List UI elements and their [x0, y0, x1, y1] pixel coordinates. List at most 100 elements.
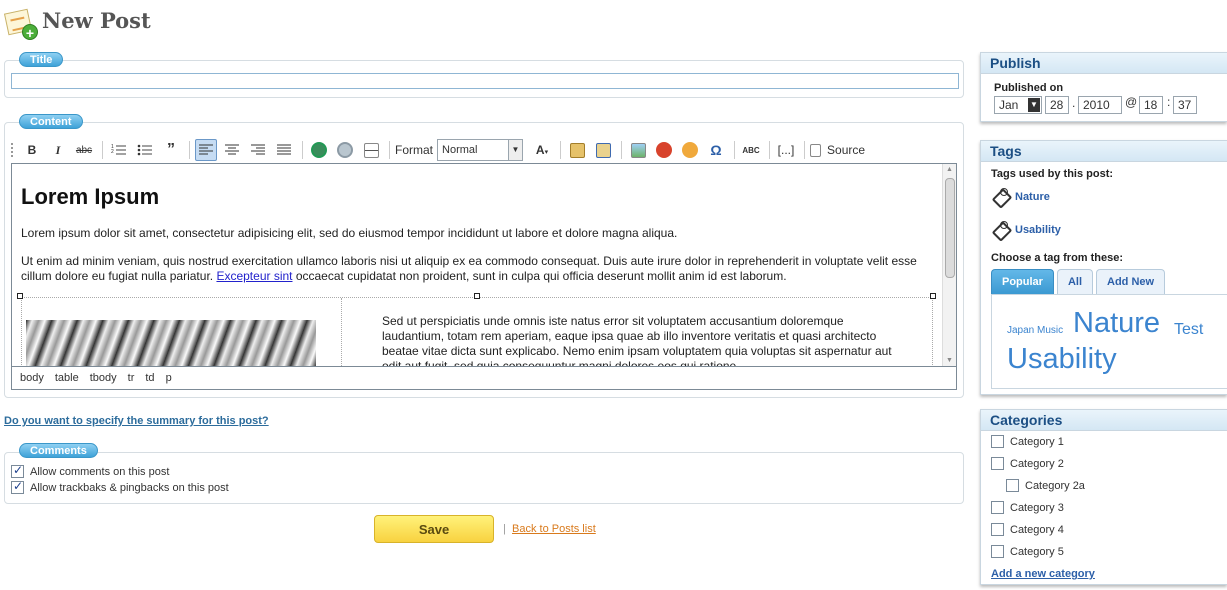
path-table[interactable]: table	[55, 372, 79, 384]
tab-all[interactable]: All	[1056, 269, 1094, 294]
used-tag-nature[interactable]: Nature	[991, 187, 1050, 207]
path-tbody[interactable]: tbody	[90, 372, 117, 384]
month-select[interactable]: Jan ▼	[994, 96, 1042, 114]
cloud-tag-nature[interactable]: Nature	[1073, 307, 1160, 340]
editor-table-cell-1[interactable]	[22, 298, 342, 366]
cloud-tag-test[interactable]: Test	[1174, 321, 1203, 339]
toolbar-separator	[804, 141, 806, 159]
resize-handle[interactable]	[930, 293, 936, 299]
blockquote-button[interactable]: ”	[160, 139, 182, 161]
cloud-tag-usability[interactable]: Usability	[1007, 343, 1117, 376]
horizontal-rule-button[interactable]	[360, 139, 382, 161]
back-to-posts-link[interactable]: Back to Posts list	[512, 523, 596, 535]
source-label: Source	[827, 143, 866, 157]
category-item[interactable]: Category 1	[991, 435, 1064, 448]
special-char-button[interactable]: Ω	[705, 139, 727, 161]
text-color-button[interactable]: A▾	[531, 139, 553, 161]
category-checkbox[interactable]	[991, 435, 1004, 448]
path-td[interactable]: td	[145, 372, 154, 384]
allow-comments-checkbox[interactable]	[11, 463, 24, 478]
editor-table[interactable]: Sed ut perspiciatis unde omnis iste natu…	[21, 297, 933, 366]
source-button[interactable]: Source	[810, 139, 865, 161]
smiley-button[interactable]	[679, 139, 701, 161]
allow-comments-row[interactable]: Allow comments on this post	[11, 463, 169, 478]
category-item[interactable]: Category 4	[991, 523, 1064, 536]
bold-button[interactable]: B	[21, 139, 43, 161]
category-item[interactable]: Category 2a	[1006, 479, 1085, 492]
category-label: Category 3	[1010, 501, 1064, 514]
categories-panel: Categories Category 1 Category 2 Categor…	[980, 409, 1227, 585]
year-input[interactable]: 2010	[1078, 96, 1122, 114]
category-label: Category 2a	[1025, 479, 1085, 492]
add-category-link[interactable]: Add a new category	[991, 568, 1095, 580]
editor-inline-link[interactable]: Excepteur sint	[216, 269, 292, 283]
tab-popular[interactable]: Popular	[991, 269, 1054, 294]
justify-icon	[277, 144, 291, 155]
template-button[interactable]: [...]	[775, 139, 797, 161]
path-tr[interactable]: tr	[128, 372, 135, 384]
spellcheck-button[interactable]: ABC	[740, 139, 762, 161]
action-separator: |	[503, 523, 506, 535]
numbered-list-button[interactable]: 12	[108, 139, 130, 161]
editor-scrollbar[interactable]: ▲ ▼	[942, 164, 956, 366]
published-on-label: Published on	[994, 82, 1064, 94]
specify-summary-link[interactable]: Do you want to specify the summary for t…	[4, 415, 269, 427]
flash-icon	[656, 142, 673, 158]
format-select[interactable]: Normal ▼	[437, 139, 524, 161]
category-item[interactable]: Category 5	[991, 545, 1064, 558]
path-p[interactable]: p	[166, 372, 172, 384]
resize-handle[interactable]	[474, 293, 480, 299]
paste-word-icon	[595, 142, 611, 158]
tag-cloud: Japan Music Nature Test Usability	[991, 294, 1227, 389]
used-tag-usability[interactable]: Usability	[991, 220, 1061, 240]
category-checkbox[interactable]	[1006, 479, 1019, 492]
resize-handle[interactable]	[17, 293, 23, 299]
publish-title: Publish	[981, 53, 1227, 74]
category-checkbox[interactable]	[991, 523, 1004, 536]
flash-button[interactable]	[653, 139, 675, 161]
minute-input[interactable]: 37	[1173, 96, 1197, 114]
link-button[interactable]	[308, 139, 330, 161]
align-center-button[interactable]	[221, 139, 243, 161]
italic-button[interactable]: I	[47, 139, 69, 161]
align-left-button[interactable]	[195, 139, 217, 161]
scrollbar-thumb[interactable]	[945, 178, 955, 278]
tab-add-new[interactable]: Add New	[1096, 269, 1166, 294]
editor-paragraph-2-rest: occaecat cupidatat non proident, sunt in…	[292, 269, 787, 283]
day-input[interactable]: 28	[1045, 96, 1069, 114]
unlink-button[interactable]	[334, 139, 356, 161]
justify-button[interactable]	[273, 139, 295, 161]
category-checkbox[interactable]	[991, 501, 1004, 514]
toolbar-grip	[11, 143, 15, 157]
toolbar-separator	[734, 141, 736, 159]
bullet-list-icon	[137, 144, 152, 156]
toolbar-separator	[302, 141, 303, 159]
align-right-button[interactable]	[247, 139, 269, 161]
flower-image[interactable]	[26, 320, 316, 366]
paste-text-button[interactable]	[566, 139, 588, 161]
cloud-tag-japan-music[interactable]: Japan Music	[1007, 325, 1063, 336]
path-body[interactable]: body	[20, 372, 44, 384]
title-input[interactable]	[11, 73, 959, 89]
category-item[interactable]: Category 2	[991, 457, 1064, 470]
category-checkbox[interactable]	[991, 457, 1004, 470]
category-item[interactable]: Category 3	[991, 501, 1064, 514]
editor-heading: Lorem Ipsum	[21, 184, 160, 209]
image-button[interactable]	[627, 139, 649, 161]
rich-text-editor[interactable]: Lorem Ipsum Lorem ipsum dolor sit amet, …	[11, 163, 957, 367]
scroll-down-icon[interactable]: ▼	[946, 357, 953, 364]
hour-input[interactable]: 18	[1139, 96, 1163, 114]
scroll-up-icon[interactable]: ▲	[946, 166, 953, 173]
choose-tag-label: Choose a tag from these:	[991, 252, 1124, 264]
bullet-list-button[interactable]	[134, 139, 156, 161]
omega-icon: Ω	[710, 142, 722, 158]
content-legend: Content	[19, 114, 83, 129]
allow-trackbacks-checkbox[interactable]	[11, 479, 24, 494]
paste-word-button[interactable]	[592, 139, 614, 161]
strikethrough-button[interactable]: abc	[73, 139, 95, 161]
tag-icon	[991, 220, 1011, 240]
allow-trackbacks-row[interactable]: Allow trackbaks & pingbacks on this post	[11, 479, 229, 494]
category-label: Category 4	[1010, 523, 1064, 536]
category-checkbox[interactable]	[991, 545, 1004, 558]
save-button[interactable]: Save	[374, 515, 494, 543]
